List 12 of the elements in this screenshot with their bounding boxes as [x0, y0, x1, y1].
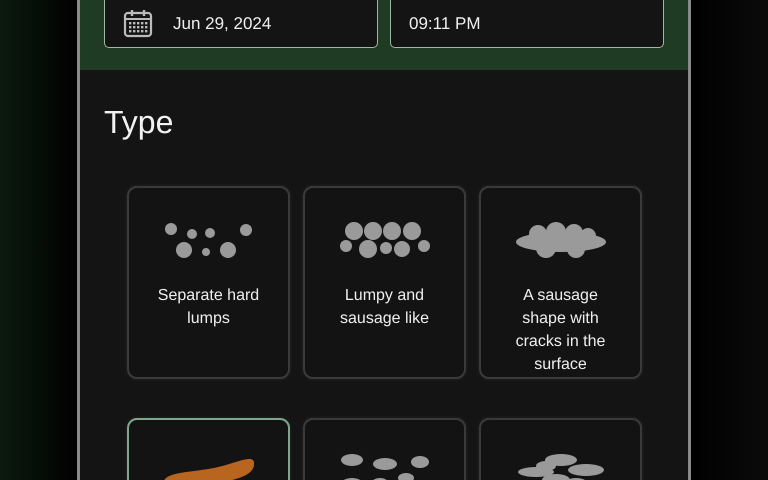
stool-shape-icon — [340, 222, 430, 258]
type-card[interactable]: Lumpy and sausage like — [303, 186, 466, 379]
stool-shape-icon — [340, 454, 430, 480]
stool-shape-icon — [164, 222, 254, 258]
stool-shape-icon — [516, 222, 606, 258]
calendar-icon — [123, 8, 153, 38]
type-card[interactable]: Separate hard lumps — [127, 186, 290, 379]
type-card[interactable]: A sausage shape with cracks in the surface — [479, 186, 642, 379]
stool-shape-icon — [516, 454, 606, 480]
section-title: Type — [104, 103, 174, 142]
time-field[interactable]: 09:11 PM — [390, 0, 664, 48]
date-field[interactable]: Jun 29, 2024 — [104, 0, 378, 48]
